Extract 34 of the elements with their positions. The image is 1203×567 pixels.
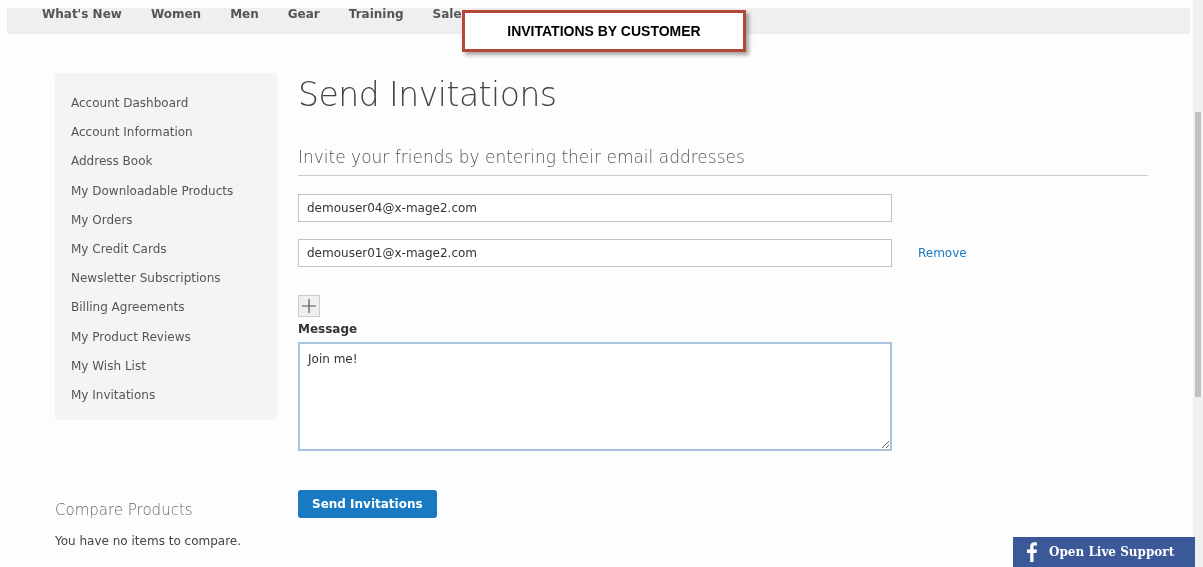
sidebar-item[interactable]: My Wish List xyxy=(71,351,277,382)
sidebar-item[interactable]: My Credit Cards xyxy=(71,235,277,265)
section-subtitle: Invite your friends by entering their email addresses xyxy=(298,147,746,167)
facebook-icon xyxy=(1027,542,1037,562)
email-field[interactable]: demouser04@x-mage2.com xyxy=(298,194,892,222)
compare-title: Compare Products xyxy=(55,501,194,519)
nav-link[interactable]: What's New xyxy=(42,8,122,20)
nav-link[interactable]: Men xyxy=(230,8,259,20)
message-label: Message xyxy=(298,322,359,336)
live-support-button[interactable]: Open Live Support xyxy=(1013,537,1195,567)
sidebar-item[interactable]: My Product Reviews xyxy=(71,322,277,352)
sidebar-item[interactable]: My Invitations xyxy=(71,381,277,411)
nav-link[interactable]: Training xyxy=(348,8,404,20)
sidebar-item[interactable]: Account Dashboard xyxy=(71,89,277,119)
sidebar-item[interactable]: Address Book xyxy=(71,147,277,177)
sidebar-item[interactable]: Account Information xyxy=(71,118,277,148)
nav-link[interactable]: Sale xyxy=(432,8,462,20)
page-title: Send Invitations xyxy=(298,74,558,116)
remove-link[interactable]: Remove xyxy=(918,246,967,260)
send-invitations-button[interactable]: Send Invitations xyxy=(298,490,437,518)
email-field[interactable]: demouser01@x-mage2.com xyxy=(298,239,892,267)
nav-link[interactable]: Gear xyxy=(287,8,320,20)
sidebar-item[interactable]: Billing Agreements xyxy=(71,293,277,323)
compare-empty-text: You have no items to compare. xyxy=(55,534,243,548)
sidebar-item[interactable]: My Downloadable Products xyxy=(71,176,277,206)
scrollbar[interactable] xyxy=(1193,0,1203,567)
sidebar-item[interactable]: My Orders xyxy=(71,205,277,235)
plus-icon xyxy=(302,299,316,313)
nav-link[interactable]: Women xyxy=(150,8,202,20)
annotation-callout: INVITATIONS BY CUSTOMER xyxy=(462,10,746,52)
sidebar-item[interactable]: Newsletter Subscriptions xyxy=(71,264,277,294)
message-field[interactable]: Join me! xyxy=(298,342,892,451)
add-email-button[interactable] xyxy=(298,295,320,317)
live-support-label: Open Live Support xyxy=(1049,545,1175,559)
